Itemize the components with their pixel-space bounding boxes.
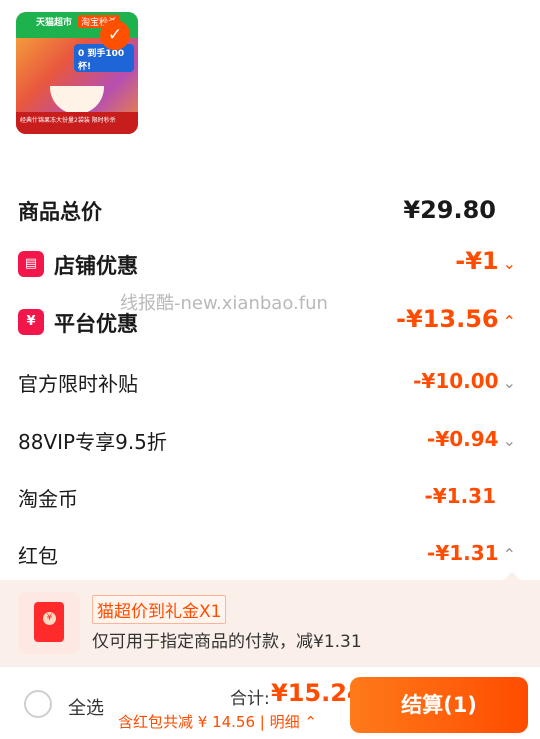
total-label: 商品总价: [18, 200, 102, 224]
taojinbi-label: 淘金币: [18, 487, 78, 511]
vip-discount-label: 88VIP专享9.5折: [18, 430, 167, 454]
thumbnail-bottom-text: 经典什锦果冻大份量2袋装 限时秒杀: [16, 112, 138, 134]
red-packet-icon: ¥: [18, 592, 80, 654]
store-icon: ▤: [18, 251, 44, 277]
saving-details-link[interactable]: 含红包共减 ¥ 14.56 | 明细 ⌃: [118, 711, 317, 732]
chevron-up-icon: ⌃: [502, 312, 516, 331]
jelly-bowl-image: [50, 86, 104, 114]
total-value: ¥29.80: [403, 196, 496, 224]
coupon-tag: 猫超价到礼金X1: [92, 595, 227, 624]
vip-discount-value: -¥0.94 ⌄: [427, 427, 516, 451]
check-icon[interactable]: ✓: [100, 20, 130, 50]
coupon-pointer: [504, 572, 520, 580]
yen-icon: ¥: [43, 612, 56, 625]
platform-discount-value: -¥13.56 ⌃: [396, 305, 516, 333]
checkout-button[interactable]: 结算(1): [350, 677, 528, 733]
promo-banner: 0 到手100杯!: [74, 44, 134, 72]
select-all-label[interactable]: 全选: [68, 694, 104, 720]
select-all-checkbox[interactable]: [24, 690, 52, 718]
tmall-tag: 天猫超市: [36, 18, 73, 28]
store-discount-value: -¥1 ⌄: [455, 247, 516, 275]
platform-icon: ¥: [18, 309, 44, 335]
store-discount-row[interactable]: ▤ 店铺优惠 -¥1 ⌄: [0, 244, 540, 284]
official-subsidy-label: 官方限时补贴: [18, 372, 138, 396]
red-packet-value: -¥1.31 ⌃: [427, 541, 516, 565]
official-subsidy-value: -¥10.00 ⌄: [413, 369, 516, 393]
taojinbi-row: 淘金币 -¥1.31: [0, 477, 540, 517]
chevron-down-icon: ⌄: [502, 254, 516, 273]
sum-label: 合计:: [230, 689, 270, 709]
vip-discount-row[interactable]: 88VIP专享9.5折 -¥0.94 ⌄: [0, 420, 540, 460]
official-subsidy-row[interactable]: 官方限时补贴 -¥10.00 ⌄: [0, 362, 540, 402]
chevron-up-icon: ⌃: [502, 545, 516, 564]
coupon-panel[interactable]: ¥ 猫超价到礼金X1 仅可用于指定商品的付款，减¥1.31: [0, 580, 540, 666]
checkout-bar: 全选 合计: ¥15.24 含红包共减 ¥ 14.56 | 明细 ⌃ 结算(1): [0, 666, 540, 739]
product-thumbnail[interactable]: 天猫超市 淘宝秒杀 0 到手100杯! 经典什锦果冻大份量2袋装 限时秒杀 ✓: [16, 12, 138, 134]
store-discount-label: 店铺优惠: [54, 254, 138, 278]
red-packet-row[interactable]: 红包 -¥1.31 ⌃: [0, 534, 540, 574]
taojinbi-value: -¥1.31: [424, 484, 496, 508]
coupon-description: 仅可用于指定商品的付款，减¥1.31: [92, 632, 362, 652]
red-packet-label: 红包: [18, 544, 58, 568]
chevron-down-icon: ⌄: [502, 373, 516, 392]
chevron-down-icon: ⌄: [502, 431, 516, 450]
watermark: 线报酷-new.xianbao.fun: [120, 293, 328, 314]
